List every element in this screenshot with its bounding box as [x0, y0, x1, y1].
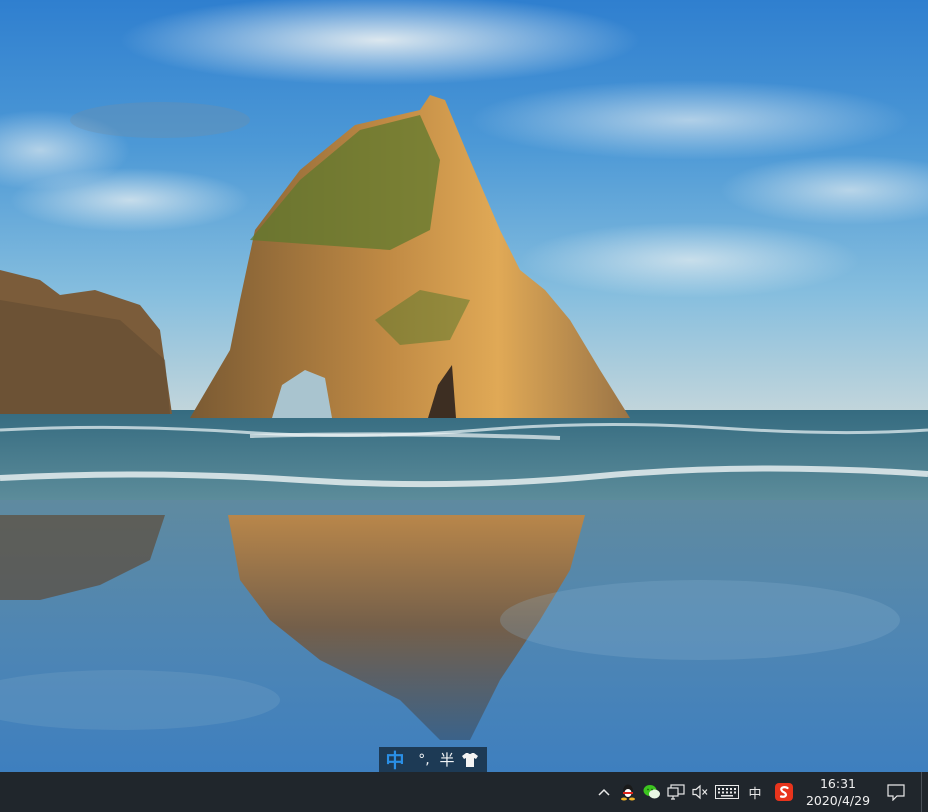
chevron-up-icon[interactable]: [594, 772, 614, 812]
network-icon[interactable]: [665, 772, 687, 812]
ime-status-bar[interactable]: 中 °, 半: [379, 747, 487, 772]
wechat-icon[interactable]: [641, 772, 663, 812]
ime-language-toggle[interactable]: 中: [379, 747, 411, 772]
volume-muted-icon[interactable]: [689, 772, 711, 812]
taskbar: 中 16:31 2020/4/29: [0, 772, 928, 812]
sogou-ime-icon[interactable]: [772, 772, 796, 812]
tshirt-icon[interactable]: [457, 747, 483, 772]
clock-time: 16:31: [819, 776, 857, 791]
action-center-icon[interactable]: [882, 772, 910, 812]
wallpaper-image: [0, 0, 928, 772]
show-desktop-button[interactable]: [921, 772, 928, 812]
system-clock[interactable]: 16:31 2020/4/29: [800, 772, 876, 812]
qq-icon[interactable]: [618, 772, 638, 812]
keyboard-icon[interactable]: [713, 772, 741, 812]
input-language-indicator[interactable]: 中: [744, 772, 766, 812]
desktop-wallpaper[interactable]: [0, 0, 928, 772]
ime-width-toggle[interactable]: 半: [437, 747, 457, 772]
ime-punctuation-toggle[interactable]: °,: [411, 747, 437, 772]
clock-date: 2020/4/29: [805, 793, 871, 808]
